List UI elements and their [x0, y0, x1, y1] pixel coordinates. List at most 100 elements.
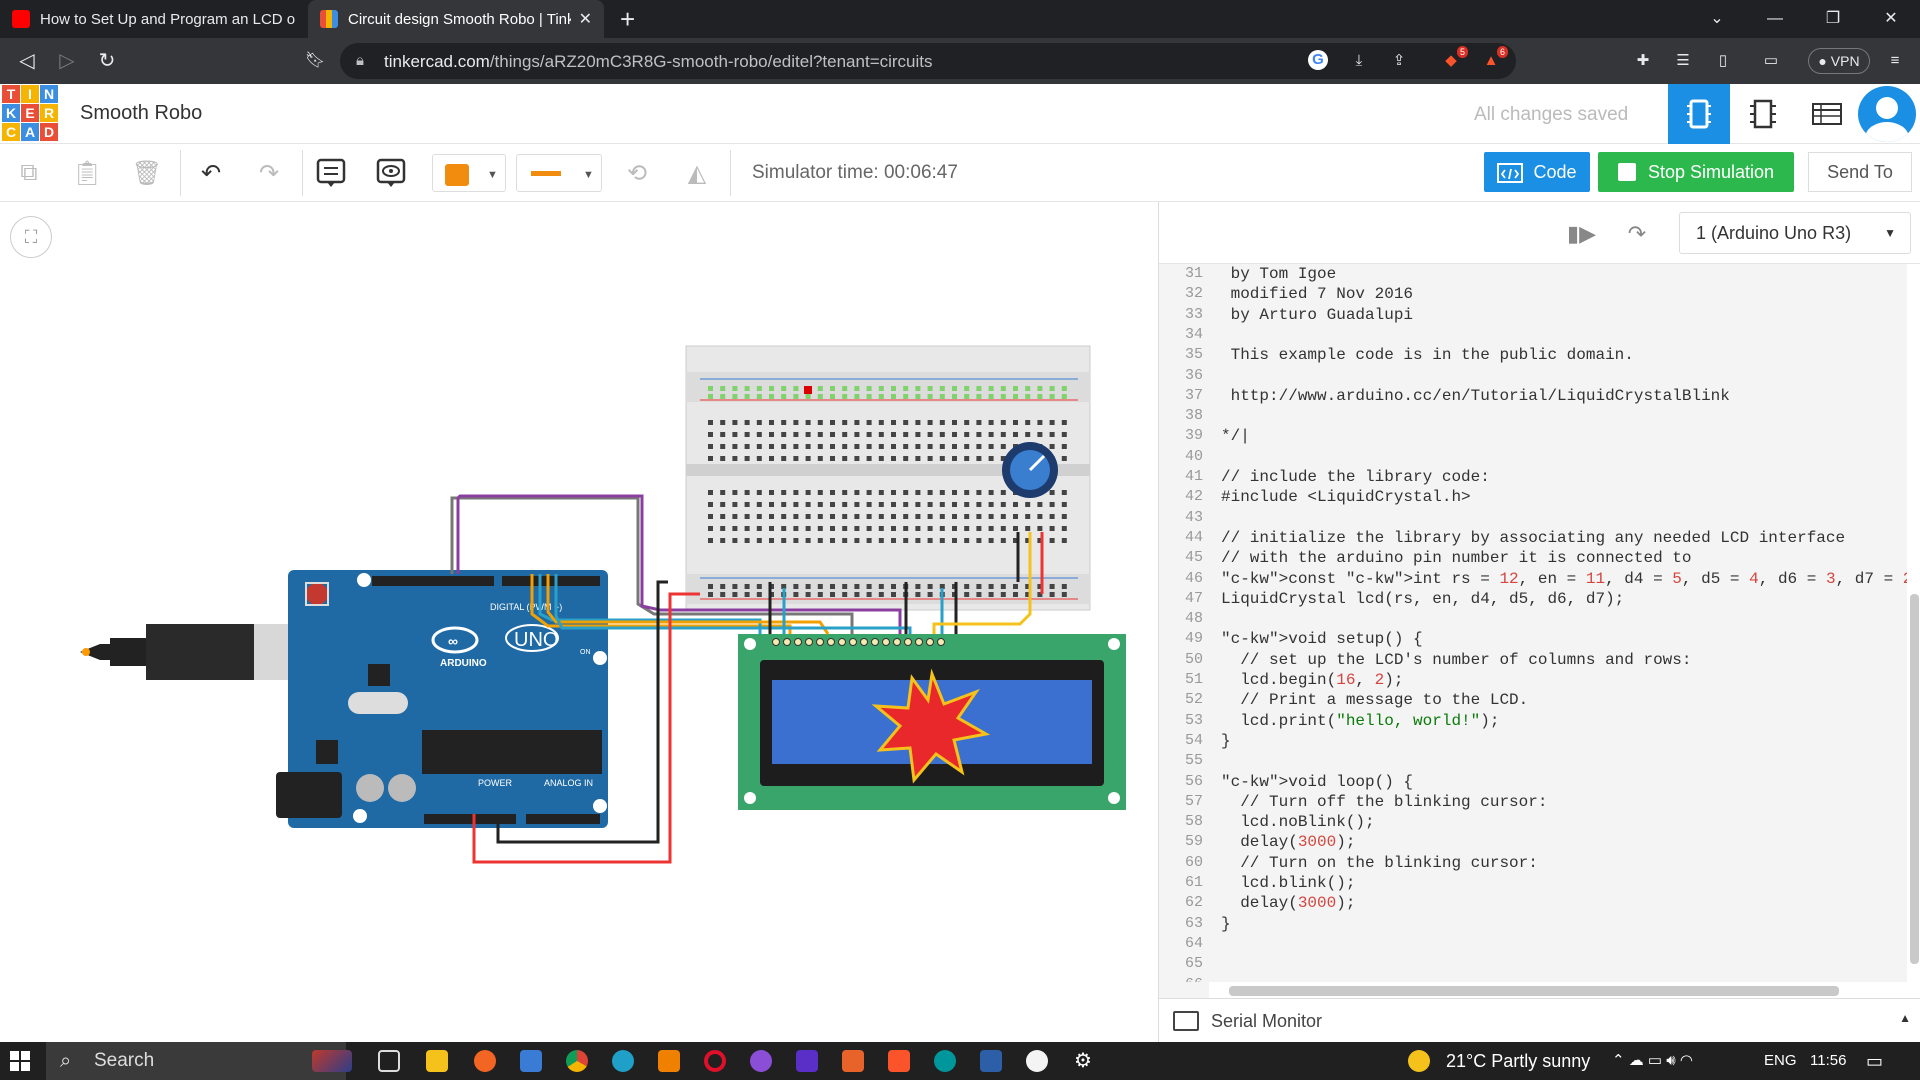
brave-rewards-icon[interactable]: ▲ 6 [1480, 46, 1508, 72]
forward-button[interactable]: ▷ [52, 46, 82, 76]
weather-text[interactable]: 21°C Partly sunny [1446, 1042, 1590, 1080]
stop-simulation-button[interactable]: Stop Simulation [1598, 152, 1794, 192]
paste-icon[interactable]: 📋︎ [68, 154, 106, 192]
chevron-up-icon[interactable]: ▲ [1899, 1011, 1911, 1025]
settings-icon[interactable]: ⚙ [1072, 1050, 1094, 1072]
google-icon[interactable]: G [1308, 50, 1328, 70]
app-icon[interactable] [842, 1050, 864, 1072]
playlist-icon[interactable]: ☰ [1672, 50, 1694, 72]
arduino-uno-board[interactable]: ∞ UNO ARDUINO DIGITAL (PWM ~) POWER ANAL… [276, 570, 608, 828]
close-tab-icon[interactable]: ✕ [579, 9, 592, 29]
step-icon[interactable]: ▮▶ [1567, 220, 1596, 248]
line-number: 39 [1184, 427, 1203, 445]
serial-monitor-bar[interactable]: Serial Monitor ▲ [1159, 998, 1920, 1042]
bookmark-icon[interactable]: 🔖︎ [300, 46, 330, 76]
app-icon[interactable] [1026, 1050, 1048, 1072]
vertical-scrollbar[interactable] [1907, 264, 1920, 982]
app-icon[interactable] [980, 1050, 1002, 1072]
edge-icon[interactable] [612, 1050, 634, 1072]
tab-search-icon[interactable]: ⌄ [1690, 0, 1744, 38]
wire-type-picker[interactable]: ▼ [516, 154, 602, 192]
notification-icon[interactable]: ▭ [1866, 1042, 1883, 1080]
back-button[interactable]: ◁ [12, 46, 42, 76]
visibility-icon[interactable] [372, 154, 410, 192]
new-tab-button[interactable]: + [620, 4, 635, 34]
divider [730, 150, 731, 196]
device-select[interactable]: 1 (Arduino Uno R3) ▼ [1679, 212, 1911, 254]
brave-icon[interactable] [888, 1050, 910, 1072]
taskbar-search[interactable]: ⌕ Search [46, 1042, 346, 1080]
opera-icon[interactable] [704, 1050, 726, 1072]
copy-icon[interactable]: ⧉ [10, 154, 48, 192]
line-number: 43 [1184, 508, 1203, 526]
code-button[interactable]: Code [1484, 152, 1590, 192]
code-text: This example code is in the public domai… [1221, 346, 1634, 365]
address-bar: ◁ ▷ ↻ 🔖︎ 🔒︎ tinkercad.com/things/aRZ20mC… [0, 38, 1920, 84]
flip-icon[interactable]: ◭ [678, 154, 716, 192]
restore-button[interactable]: ❐ [1806, 0, 1860, 38]
reload-button[interactable]: ↻ [92, 46, 122, 76]
rotate-icon[interactable]: ⟲ [618, 154, 656, 192]
lcd-16x2[interactable] [738, 634, 1126, 810]
sidebar-icon[interactable]: ▯ [1712, 50, 1734, 72]
system-tray-icons[interactable]: ⌃ ☁ ▭ 🔊︎ ◠ [1612, 1042, 1693, 1080]
redo-icon[interactable]: ↷ [250, 154, 288, 192]
wallet-icon[interactable]: ▭ [1760, 50, 1782, 72]
brave-shields-icon[interactable]: ◆ 5 [1440, 46, 1468, 72]
windows-taskbar: ⌕ Search ⚙ 21°C Partly sunny ⌃ ☁ ▭ 🔊︎ ◠ … [0, 1042, 1920, 1080]
line-number: 37 [1184, 386, 1203, 404]
install-icon[interactable]: ⤓ [1348, 50, 1370, 72]
user-avatar[interactable] [1858, 86, 1916, 142]
color-picker[interactable]: ▼ [432, 154, 506, 192]
project-title[interactable]: Smooth Robo [80, 102, 202, 125]
notes-icon[interactable] [312, 154, 350, 192]
browser-tab-lcd-tutorial[interactable]: How to Set Up and Program an LCD o [0, 0, 308, 38]
extensions-icon[interactable]: ✚ [1632, 50, 1654, 72]
circuit-canvas[interactable]: ⛶ ∞ UNO ARDUINO DIGITAL (PWM ~) POWER AN… [0, 202, 1158, 1042]
delete-icon[interactable]: 🗑︎ [128, 154, 166, 192]
schematic-view-button[interactable] [1732, 84, 1794, 144]
scroll-thumb[interactable] [1910, 594, 1919, 964]
code-text: // Print a message to the LCD. [1221, 691, 1529, 710]
logo-letter: I [21, 85, 39, 103]
vpn-button[interactable]: ● VPN [1808, 48, 1870, 74]
app-icon[interactable] [750, 1050, 772, 1072]
browser-tab-tinkercad[interactable]: Circuit design Smooth Robo | Tink ✕ [308, 0, 604, 38]
line-number: 34 [1184, 325, 1203, 343]
line-number: 33 [1184, 305, 1203, 323]
chevron-down-icon: ▼ [583, 169, 594, 181]
task-view-icon[interactable] [378, 1050, 400, 1072]
send-to-button[interactable]: Send To [1808, 152, 1912, 192]
logo-letter: T [2, 85, 20, 103]
tinkercad-logo[interactable]: TIN KER CAD [2, 85, 58, 141]
circuit-view-button[interactable] [1668, 84, 1730, 144]
potentiometer[interactable] [1002, 442, 1058, 498]
vlc-icon[interactable] [658, 1050, 680, 1072]
horizontal-scrollbar[interactable] [1209, 982, 1920, 998]
arduino-icon[interactable] [934, 1050, 956, 1072]
share-icon[interactable]: ⇪ [1388, 50, 1410, 72]
language-indicator[interactable]: ENG [1764, 1042, 1797, 1080]
news-icon[interactable] [312, 1050, 352, 1072]
debugger-icon[interactable]: ↷ [1623, 220, 1651, 248]
code-text: delay(3000); [1221, 833, 1356, 852]
editor-toolbar: ⧉ 📋︎ 🗑︎ ↶ ↷ ▼ ▼ ⟲ ◭ Simulator time: 00:0… [0, 144, 1920, 202]
line-number: 32 [1184, 285, 1203, 303]
app-icon[interactable] [796, 1050, 818, 1072]
close-window-button[interactable]: ✕ [1864, 0, 1918, 38]
app-icon[interactable] [520, 1050, 542, 1072]
url-field[interactable]: 🔒︎ tinkercad.com/things/aRZ20mC3R8G-smoo… [340, 43, 1516, 79]
undo-icon[interactable]: ↶ [192, 154, 230, 192]
menu-icon[interactable]: ≡ [1884, 50, 1906, 72]
scroll-thumb[interactable] [1229, 986, 1839, 996]
minimize-button[interactable]: — [1748, 0, 1802, 38]
code-editor[interactable]: 31 by Tom Igoe 32 modified 7 Nov 2016 33 b… [1159, 264, 1907, 982]
component-list-button[interactable] [1796, 84, 1858, 144]
clock[interactable]: 11:56 [1810, 1042, 1846, 1080]
app-icon[interactable] [474, 1050, 496, 1072]
windows-start-icon[interactable] [10, 1051, 30, 1071]
code-text: delay(3000); [1221, 894, 1356, 913]
analog-label: ANALOG IN [544, 778, 593, 788]
chrome-icon[interactable] [566, 1050, 588, 1072]
file-explorer-icon[interactable] [426, 1050, 448, 1072]
